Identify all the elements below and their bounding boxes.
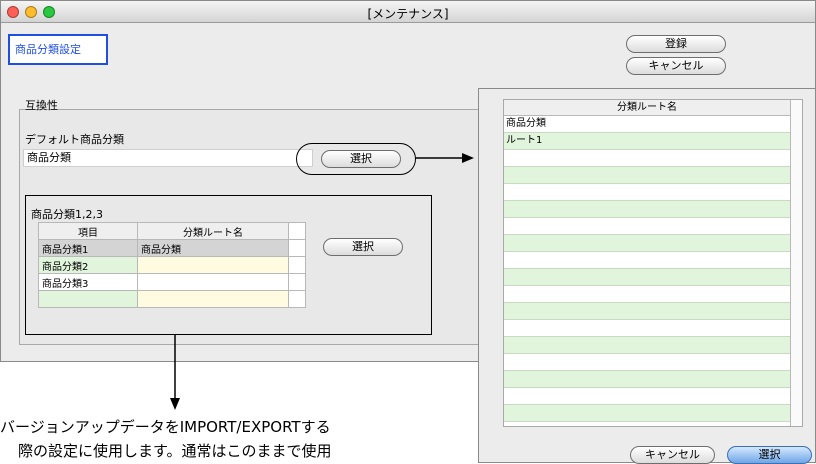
route-cancel-button[interactable]: キャンセル bbox=[630, 446, 715, 464]
list-item[interactable] bbox=[504, 167, 790, 184]
route-list-scrollbar[interactable] bbox=[790, 100, 802, 426]
list-item[interactable] bbox=[504, 405, 790, 422]
list-item[interactable] bbox=[504, 269, 790, 286]
list-item[interactable] bbox=[504, 252, 790, 269]
list-item[interactable] bbox=[504, 354, 790, 371]
list-item[interactable] bbox=[504, 337, 790, 354]
list-item[interactable] bbox=[504, 286, 790, 303]
list-item[interactable] bbox=[504, 218, 790, 235]
list-item[interactable] bbox=[504, 371, 790, 388]
list-item[interactable] bbox=[504, 303, 790, 320]
list-item[interactable] bbox=[504, 388, 790, 405]
route-list[interactable]: 分類ルート名 商品分類 ルート1 bbox=[503, 99, 803, 427]
route-list-header: 分類ルート名 bbox=[504, 100, 790, 116]
list-item[interactable] bbox=[504, 320, 790, 337]
list-item[interactable] bbox=[504, 150, 790, 167]
route-select-button[interactable]: 選択 bbox=[727, 446, 812, 464]
note-line-2: 際の設定に使用します。通常はこのままで使用 bbox=[18, 442, 332, 460]
list-item[interactable]: ルート1 bbox=[504, 133, 790, 150]
list-item[interactable]: 商品分類 bbox=[504, 116, 790, 133]
arrow-down-icon bbox=[170, 334, 180, 410]
list-item[interactable] bbox=[504, 235, 790, 252]
arrow-right-icon bbox=[415, 153, 474, 163]
list-item[interactable] bbox=[504, 184, 790, 201]
list-item[interactable] bbox=[504, 201, 790, 218]
note-line-1: バージョンアップデータをIMPORT/EXPORTする bbox=[0, 418, 331, 436]
